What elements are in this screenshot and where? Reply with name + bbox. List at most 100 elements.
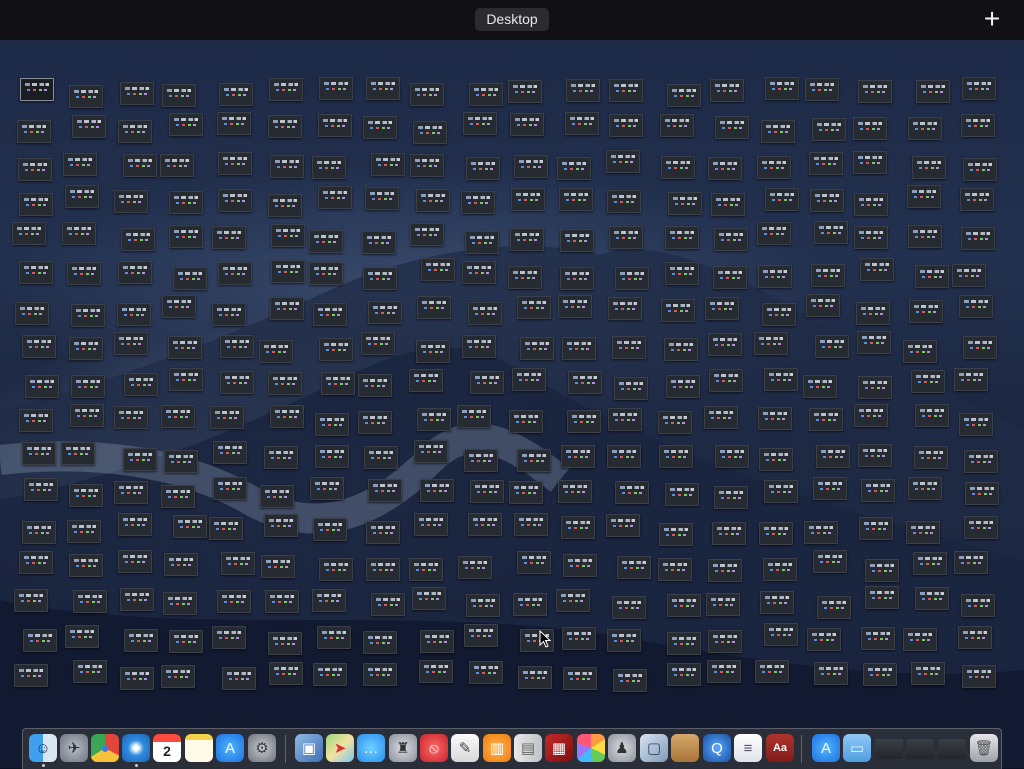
window-thumbnail[interactable] [814, 221, 848, 244]
window-thumbnail[interactable] [321, 372, 355, 395]
window-thumbnail[interactable] [903, 340, 937, 363]
window-thumbnail[interactable] [466, 157, 500, 180]
window-thumbnail[interactable] [417, 296, 451, 319]
window-thumbnail[interactable] [568, 371, 602, 394]
window-thumbnail[interactable] [462, 261, 496, 284]
window-thumbnail[interactable] [763, 558, 797, 581]
window-thumbnail[interactable] [118, 120, 152, 143]
window-thumbnail[interactable] [963, 336, 997, 359]
window-thumbnail[interactable] [906, 521, 940, 544]
window-thumbnail[interactable] [563, 554, 597, 577]
window-thumbnail[interactable] [123, 448, 157, 471]
window-thumbnail[interactable] [765, 77, 799, 100]
window-thumbnail[interactable] [664, 338, 698, 361]
safari-icon[interactable]: ✦ [122, 734, 150, 762]
window-thumbnail[interactable] [410, 83, 444, 106]
window-thumbnail[interactable] [309, 230, 343, 253]
window-thumbnail[interactable] [220, 371, 254, 394]
window-thumbnail[interactable] [513, 593, 547, 616]
window-thumbnail[interactable] [764, 623, 798, 646]
window-thumbnail[interactable] [806, 294, 840, 317]
window-thumbnail[interactable] [212, 626, 246, 649]
window-thumbnail[interactable] [217, 112, 251, 135]
window-thumbnail[interactable] [661, 299, 695, 322]
window-thumbnail[interactable] [714, 228, 748, 251]
window-icon[interactable] [875, 739, 903, 759]
window-thumbnail[interactable] [911, 662, 945, 685]
window-thumbnail[interactable] [17, 120, 51, 143]
window-thumbnail[interactable] [858, 444, 892, 467]
window-thumbnail[interactable] [715, 116, 749, 139]
notepad-icon[interactable] [671, 734, 699, 762]
window-thumbnail[interactable] [667, 594, 701, 617]
window-thumbnail[interactable] [268, 372, 302, 395]
window-thumbnail[interactable] [22, 335, 56, 358]
window-thumbnail[interactable] [765, 188, 799, 211]
window-thumbnail[interactable] [853, 151, 887, 174]
window-thumbnail[interactable] [173, 267, 207, 290]
window-thumbnail[interactable] [419, 660, 453, 683]
window-thumbnail[interactable] [560, 267, 594, 290]
window-thumbnail[interactable] [755, 660, 789, 683]
window-thumbnail[interactable] [665, 483, 699, 506]
window-thumbnail[interactable] [612, 596, 646, 619]
window-thumbnail[interactable] [865, 559, 899, 582]
window-thumbnail[interactable] [667, 84, 701, 107]
window-thumbnail[interactable] [69, 337, 103, 360]
window-thumbnail[interactable] [609, 226, 643, 249]
window-thumbnail[interactable] [217, 590, 251, 613]
window-thumbnail[interactable] [558, 480, 592, 503]
window-thumbnail[interactable] [612, 336, 646, 359]
window-thumbnail[interactable] [710, 79, 744, 102]
window-thumbnail[interactable] [661, 156, 695, 179]
window-thumbnail[interactable] [609, 114, 643, 137]
app-store-icon[interactable]: A [812, 734, 840, 762]
window-thumbnail[interactable] [161, 665, 195, 688]
window-thumbnail[interactable] [659, 523, 693, 546]
window-thumbnail[interactable] [607, 445, 641, 468]
window-thumbnail[interactable] [409, 369, 443, 392]
archive-utility-icon[interactable]: ♟ [608, 734, 636, 762]
window-thumbnail[interactable] [958, 626, 992, 649]
window-thumbnail[interactable] [271, 224, 305, 247]
window-thumbnail[interactable] [863, 663, 897, 686]
window-thumbnail[interactable] [67, 262, 101, 285]
window-thumbnail[interactable] [915, 404, 949, 427]
window-thumbnail[interactable] [168, 336, 202, 359]
books-icon[interactable]: ▥ [483, 734, 511, 762]
window-thumbnail[interactable] [915, 265, 949, 288]
window-thumbnail[interactable] [813, 550, 847, 573]
window-thumbnail[interactable] [853, 117, 887, 140]
window-thumbnail[interactable] [12, 222, 46, 245]
window-thumbnail[interactable] [913, 552, 947, 575]
window-thumbnail[interactable] [861, 627, 895, 650]
window-thumbnail[interactable] [816, 445, 850, 468]
window-thumbnail[interactable] [319, 77, 353, 100]
window-thumbnail[interactable] [358, 374, 392, 397]
window-thumbnail[interactable] [420, 479, 454, 502]
window-thumbnail[interactable] [313, 303, 347, 326]
window-thumbnail[interactable] [259, 340, 293, 363]
window-thumbnail[interactable] [508, 266, 542, 289]
window-thumbnail[interactable] [268, 115, 302, 138]
window-thumbnail[interactable] [562, 337, 596, 360]
window-thumbnail[interactable] [458, 556, 492, 579]
window-thumbnail[interactable] [565, 112, 599, 135]
window-thumbnail[interactable] [514, 513, 548, 536]
window-thumbnail[interactable] [164, 450, 198, 473]
window-thumbnail[interactable] [20, 78, 54, 101]
window-thumbnail[interactable] [857, 331, 891, 354]
window-thumbnail[interactable] [318, 186, 352, 209]
window-thumbnail[interactable] [854, 226, 888, 249]
window-thumbnail[interactable] [73, 590, 107, 613]
window-thumbnail[interactable] [366, 521, 400, 544]
window-thumbnail[interactable] [218, 189, 252, 212]
window-thumbnail[interactable] [413, 121, 447, 144]
window-thumbnail[interactable] [213, 477, 247, 500]
window-thumbnail[interactable] [70, 404, 104, 427]
window-thumbnail[interactable] [708, 559, 742, 582]
window-thumbnail[interactable] [363, 631, 397, 654]
window-thumbnail[interactable] [606, 150, 640, 173]
window-thumbnail[interactable] [959, 413, 993, 436]
window-thumbnail[interactable] [222, 667, 256, 690]
